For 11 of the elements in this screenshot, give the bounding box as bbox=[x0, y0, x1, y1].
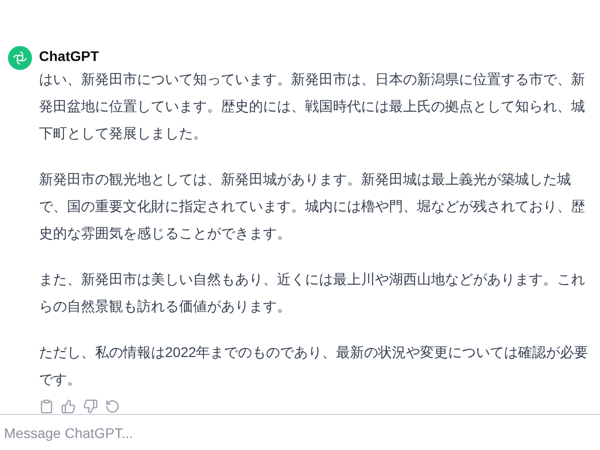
message-paragraph: また、新発田市は美しい自然もあり、近くには最上川や湖西山地などがあります。これらの自然景観も訪れる価値があります。 bbox=[39, 270, 586, 316]
thumbs-up-button[interactable] bbox=[61, 399, 76, 414]
message-paragraph: はい、新発田市について知っています。新発田市は、日本の新潟県に位置する市で、新発田盆地に位置しています。歴史的には、戦国時代には最上氏の拠点として知られ、城下町として発展しました。 bbox=[39, 70, 586, 143]
copy-button[interactable] bbox=[39, 399, 54, 414]
knot-logo-icon bbox=[12, 50, 28, 66]
author-name: ChatGPT bbox=[39, 47, 100, 66]
thumbs-down-button[interactable] bbox=[83, 399, 98, 414]
message-input-field[interactable]: Message ChatGPT... bbox=[0, 415, 600, 450]
message-paragraph: 新発田市の観光地としては、新発田城があります。新発田城は最上義光が築城した城で、国の重要文化財に指定されています。城内には櫓や門、堀などが残されており、歴史的な雰囲気を感じることができます。 bbox=[39, 170, 586, 243]
message-paragraph: ただし、私の情報は2022年までのものであり、最新の状況や変更については確認が必要です。 bbox=[39, 343, 589, 389]
regenerate-button[interactable] bbox=[105, 399, 120, 414]
